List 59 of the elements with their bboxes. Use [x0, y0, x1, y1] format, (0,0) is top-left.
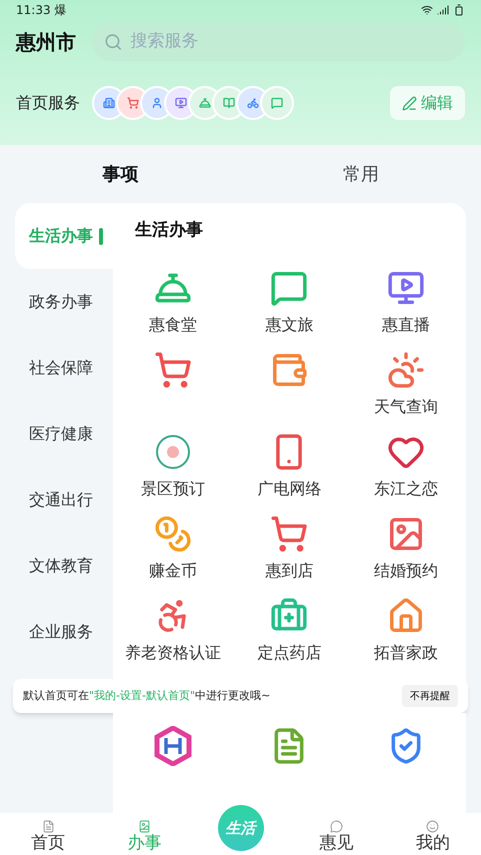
shortcut-icon[interactable] — [151, 97, 163, 109]
cart-icon — [154, 351, 192, 389]
service-label[interactable]: 广电网络 — [257, 477, 322, 501]
shortcut-icon[interactable] — [271, 97, 283, 109]
shortcut-icon[interactable] — [175, 97, 187, 109]
city-name[interactable]: 惠州市 — [16, 27, 76, 57]
shortcut-icon[interactable] — [103, 97, 115, 109]
category-item[interactable]: 政务办事 — [0, 269, 113, 335]
tip-text: 默认首页可在"我的-设置-默认首页"中进行更改哦~ — [23, 688, 270, 704]
category-item[interactable]: 企业服务 — [0, 599, 113, 665]
section-title: 生活办事 — [134, 219, 204, 242]
chat-icon — [270, 269, 308, 307]
category-item[interactable]: 文体教育 — [0, 533, 113, 599]
search-icon — [104, 32, 122, 52]
shortcut-icon[interactable] — [199, 97, 211, 109]
search-field[interactable]: 搜索服务 — [92, 23, 465, 61]
dismiss-button[interactable]: 不再提醒 — [402, 685, 458, 707]
nav-tab[interactable]: 惠见 — [288, 820, 385, 853]
service-label[interactable]: 景区预订 — [141, 477, 206, 501]
battery-icon — [453, 4, 465, 16]
service-label[interactable]: 惠食堂 — [149, 313, 198, 337]
status-time: 11:33 — [16, 2, 51, 19]
service-label[interactable]: 结婚预约 — [374, 559, 438, 583]
tab[interactable]: 常用 — [240, 145, 481, 203]
service-label[interactable]: 天气查询 — [374, 395, 438, 419]
smile-icon — [426, 820, 440, 833]
service-label[interactable]: 拓普家政 — [374, 641, 438, 665]
hexagon-logo-icon — [153, 726, 194, 766]
shortcut-icon[interactable] — [223, 97, 235, 109]
service-label[interactable]: 惠文旅 — [265, 313, 314, 337]
signal-icon — [437, 4, 449, 16]
category-item[interactable]: 医疗健康 — [0, 401, 113, 467]
coin-icon — [154, 515, 192, 553]
search-input[interactable]: 搜索服务 — [130, 29, 453, 55]
chat-icon — [330, 820, 344, 833]
shortcut-icon[interactable] — [127, 97, 139, 109]
pencil-icon — [402, 96, 417, 110]
selected-indicator — [99, 228, 103, 244]
document-icon — [42, 820, 55, 833]
shortcut-icon[interactable] — [247, 97, 259, 109]
cart-icon — [270, 515, 308, 553]
nav-tab[interactable]: 我的 — [384, 820, 481, 853]
wallet-icon — [270, 351, 308, 389]
service-label[interactable]: 赚金币 — [149, 559, 198, 583]
weather-icon — [386, 351, 425, 389]
category-item[interactable]: 社会保障 — [0, 335, 113, 401]
book-icon — [138, 820, 151, 833]
service-label[interactable]: 定点药店 — [257, 641, 322, 665]
tab[interactable]: 事项 — [0, 145, 240, 203]
section-label: 首页服务 — [16, 92, 80, 114]
service-label[interactable]: 养老资格认证 — [125, 641, 222, 665]
nav-tab[interactable]: 首页 — [0, 820, 96, 853]
category-item[interactable]: 交通出行 — [0, 467, 113, 533]
video-icon — [386, 269, 425, 307]
notification-glyph: 爆 — [54, 2, 67, 19]
service-label[interactable]: 惠到店 — [265, 559, 314, 583]
service-label[interactable]: 惠直播 — [382, 313, 430, 337]
circle-logo-icon — [154, 433, 192, 471]
service-label[interactable]: 东江之恋 — [374, 477, 438, 501]
